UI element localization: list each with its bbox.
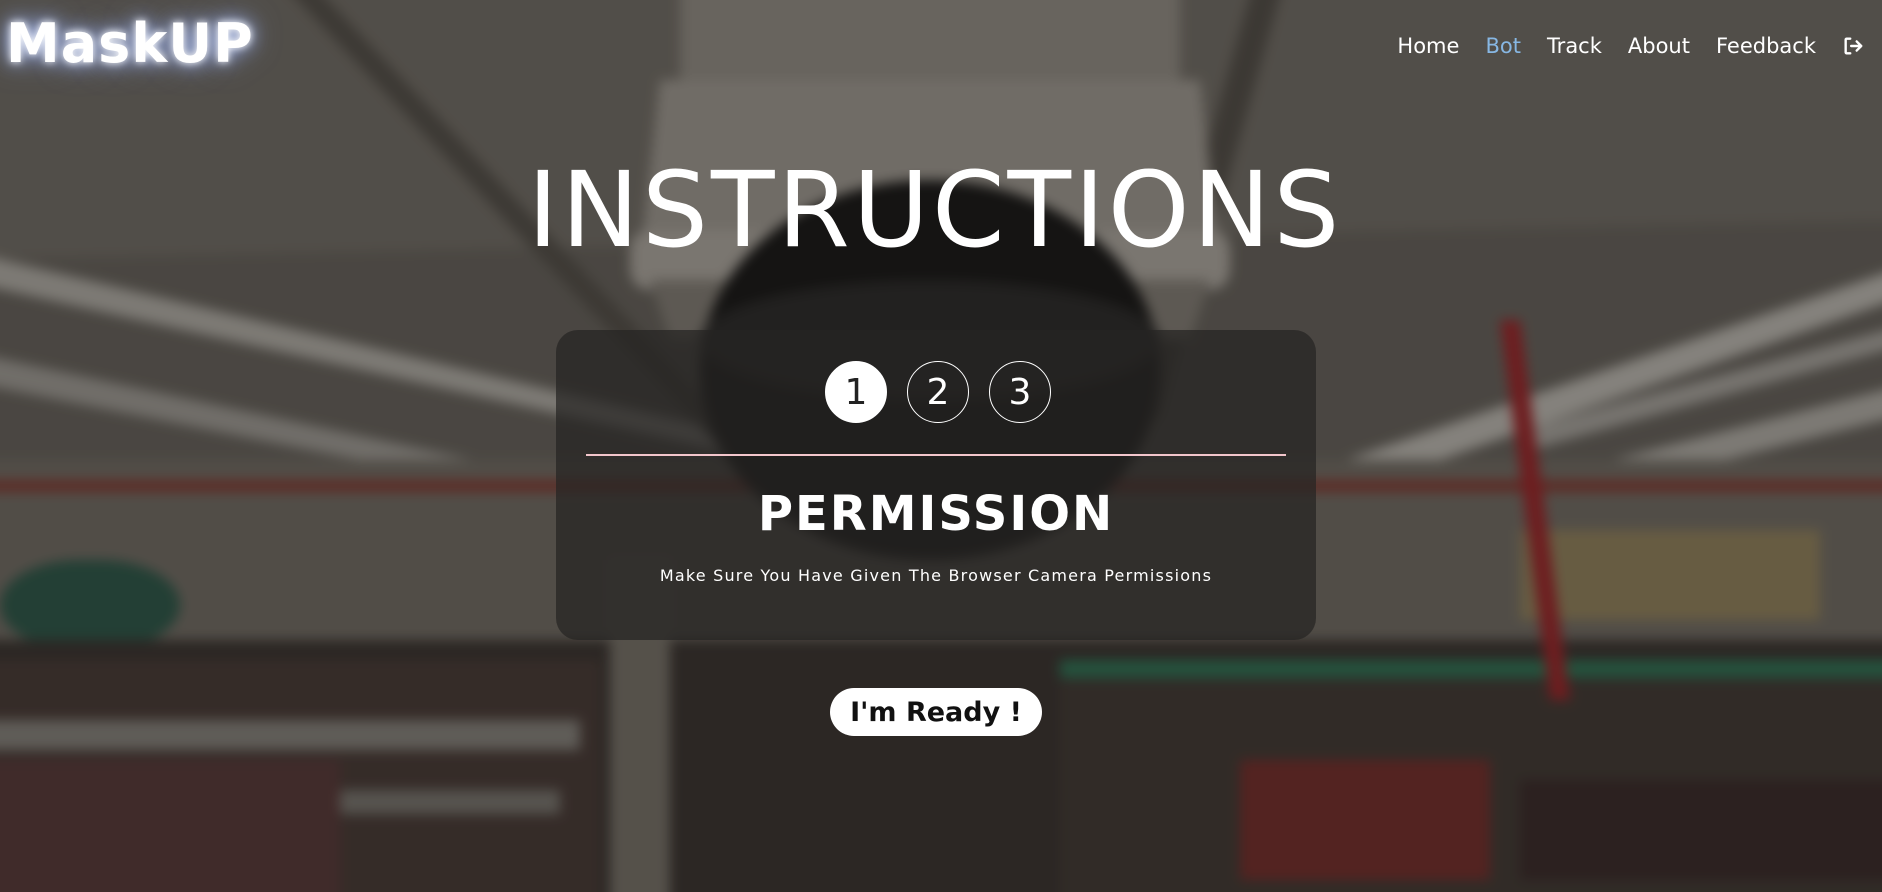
nav-track[interactable]: Track bbox=[1547, 34, 1602, 58]
nav-bot[interactable]: Bot bbox=[1485, 34, 1521, 58]
logout-icon[interactable] bbox=[1842, 35, 1864, 57]
step-heading: PERMISSION bbox=[757, 486, 1115, 542]
nav-feedback[interactable]: Feedback bbox=[1716, 34, 1816, 58]
nav-about[interactable]: About bbox=[1628, 34, 1690, 58]
step-2[interactable]: 2 bbox=[907, 361, 969, 423]
instruction-card: 1 2 3 PERMISSION Make Sure You Have Give… bbox=[556, 330, 1316, 640]
brand-logo[interactable]: MaskUP bbox=[6, 12, 254, 75]
page: MaskUP Home Bot Track About Feedback INS… bbox=[0, 0, 1882, 892]
step-description: Make Sure You Have Given The Browser Cam… bbox=[659, 566, 1213, 585]
step-3[interactable]: 3 bbox=[989, 361, 1051, 423]
step-1[interactable]: 1 bbox=[825, 361, 887, 423]
nav-home[interactable]: Home bbox=[1397, 34, 1459, 58]
ready-button[interactable]: I'm Ready ! bbox=[830, 688, 1042, 736]
top-nav: Home Bot Track About Feedback bbox=[1397, 34, 1864, 58]
divider bbox=[586, 454, 1286, 456]
step-indicator: 1 2 3 bbox=[558, 361, 1318, 423]
page-title: INSTRUCTIONS bbox=[527, 149, 1343, 271]
